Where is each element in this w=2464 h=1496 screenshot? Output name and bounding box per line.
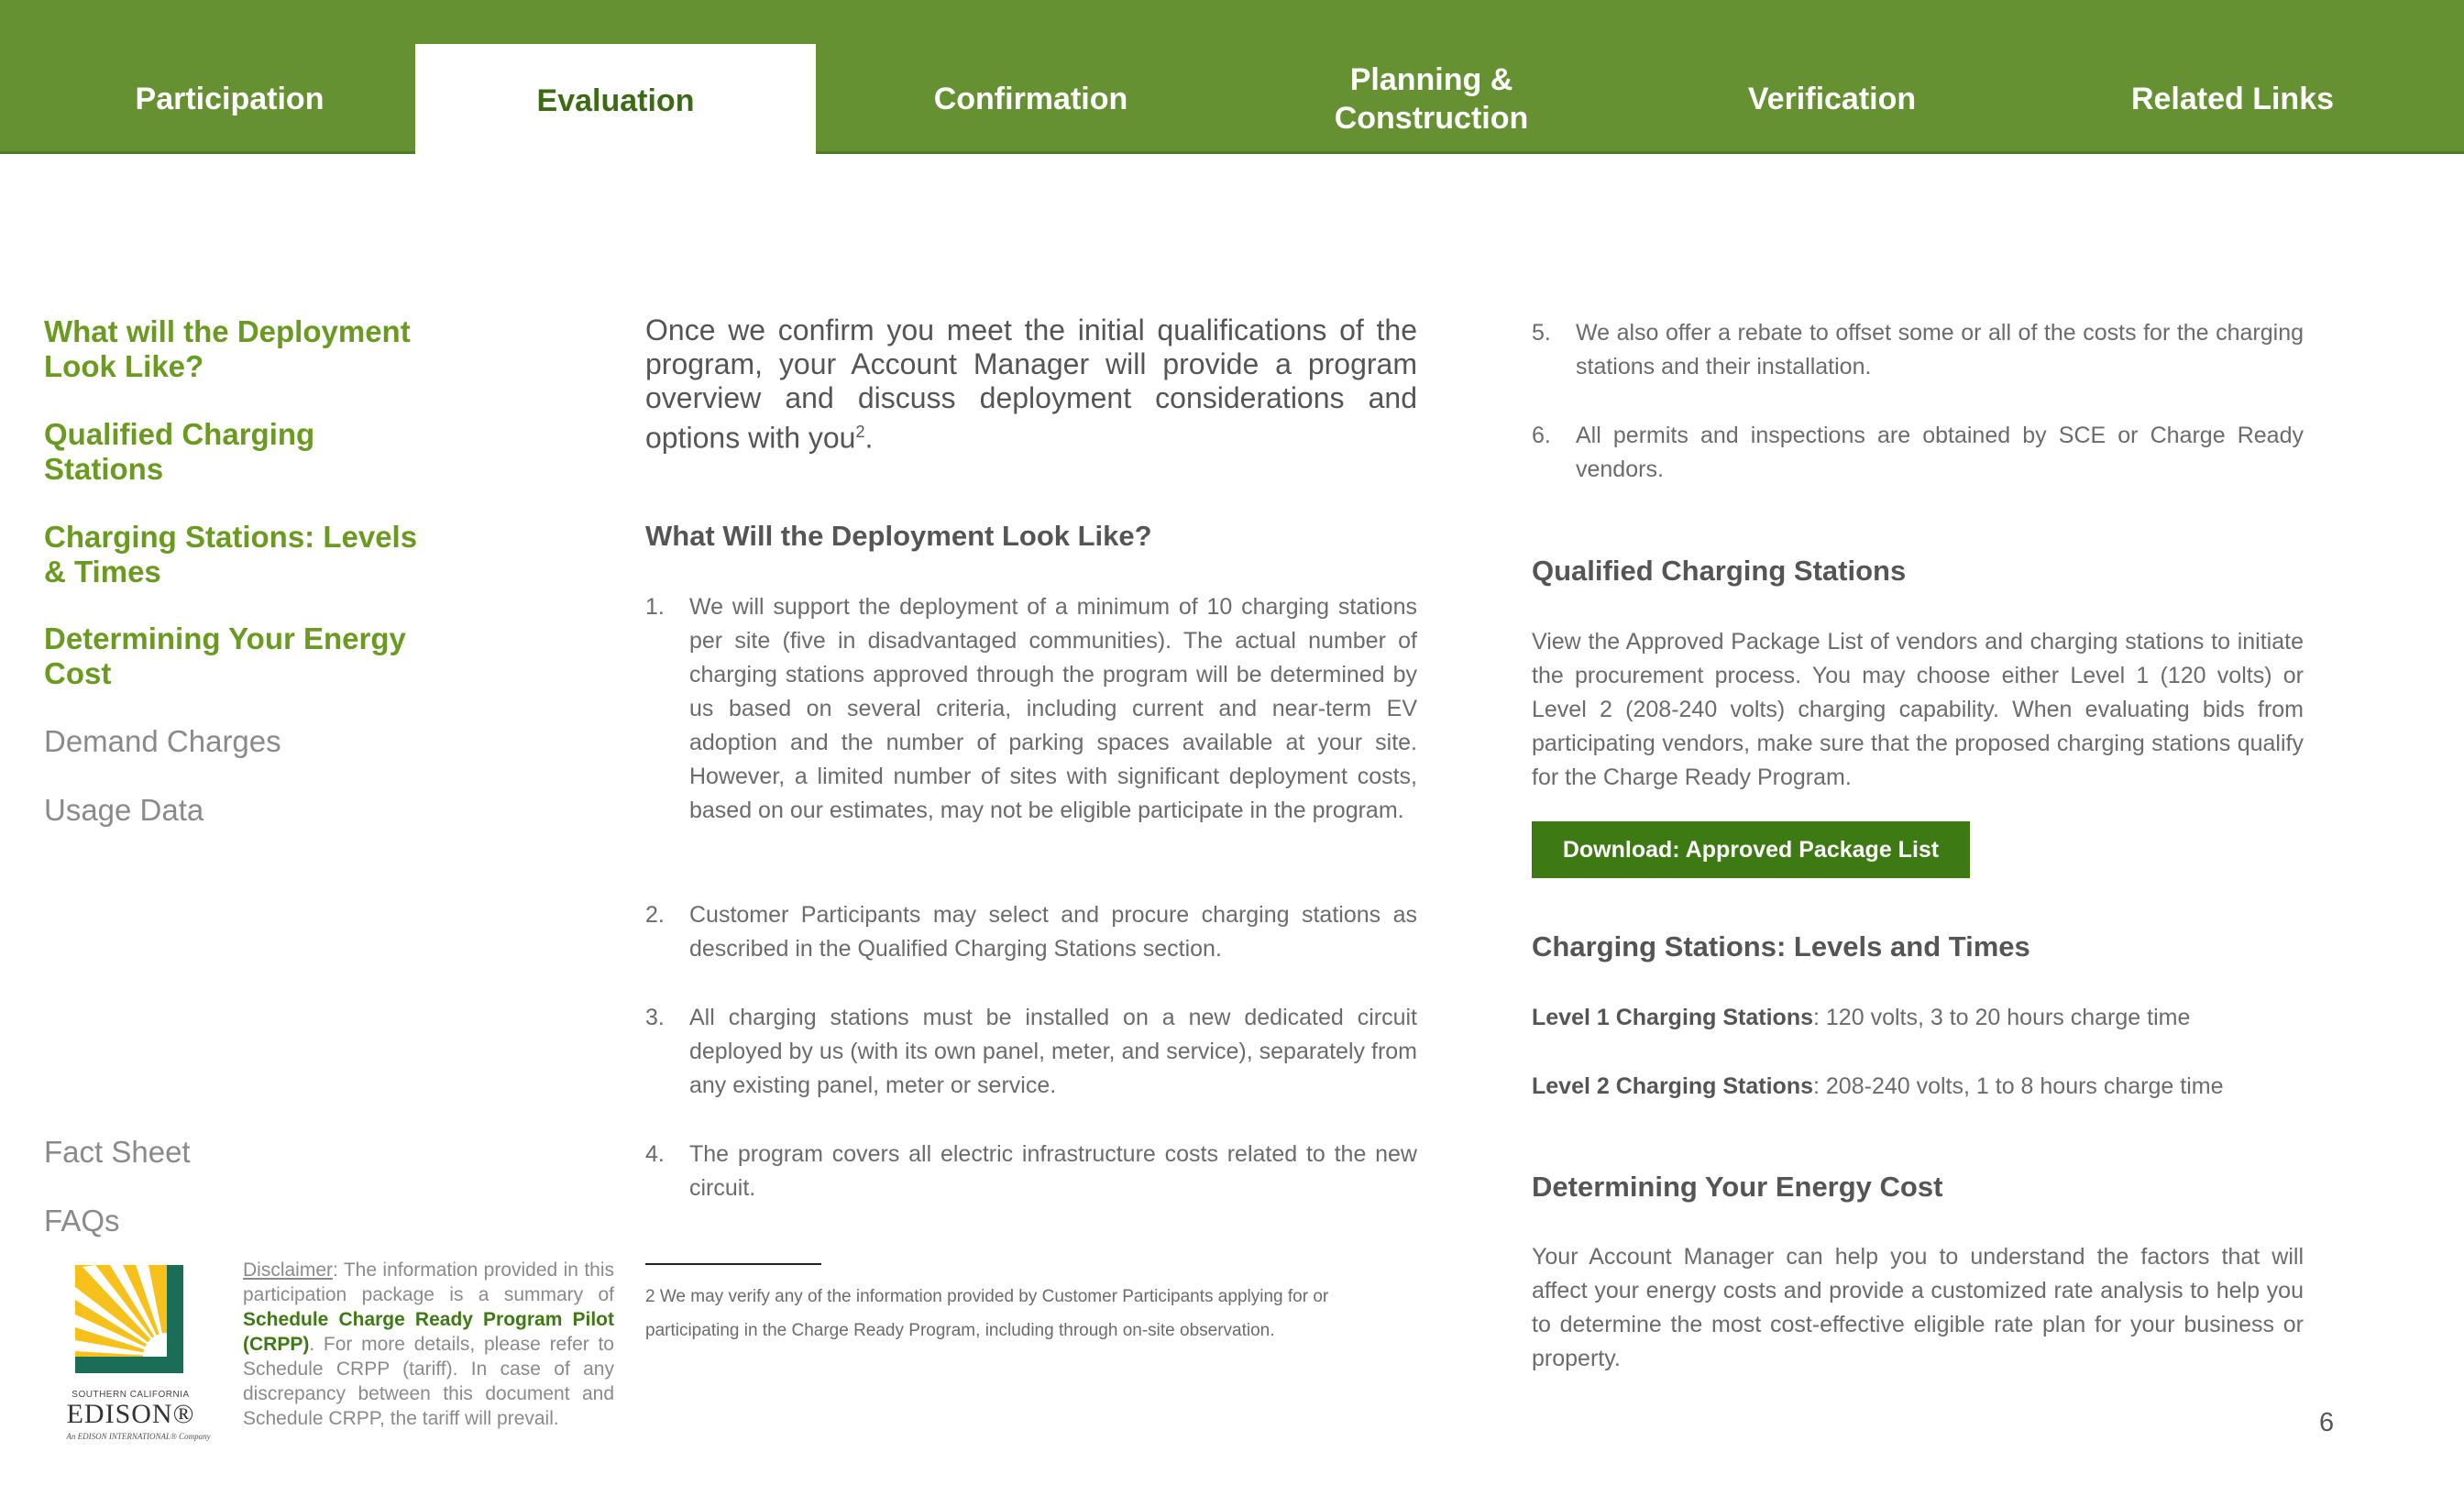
footnote-divider — [645, 1263, 821, 1265]
sidebar-item-label: What will the Deployment — [44, 314, 411, 348]
tab-evaluation[interactable]: Evaluation — [415, 44, 816, 158]
list-text: Customer Participants may select and pro… — [689, 902, 1417, 962]
edison-logo: SOUTHERN CALIFORNIA EDISON® An EDISON IN… — [64, 1261, 220, 1445]
list-item: 1. We will support the deployment of a m… — [645, 590, 1417, 828]
disclaimer-label: Disclaimer — [243, 1260, 334, 1281]
sidebar-item-label: Qualified Charging — [44, 417, 315, 451]
list-item: 2. Customer Participants may select and … — [645, 898, 1417, 966]
tab-related-links[interactable]: Related Links — [2032, 44, 2433, 154]
list-number: 6. — [1532, 423, 1551, 448]
list-number: 3. — [645, 1005, 665, 1030]
level2-text: : 208-240 volts, 1 to 8 hours charge tim… — [1813, 1073, 2224, 1099]
logo-text: EDISON® — [66, 1399, 195, 1429]
disclaimer: Disclaimer: The information provided in … — [243, 1258, 614, 1431]
list-item: 5. We also offer a rebate to offset some… — [1532, 316, 2304, 384]
list-item: 4. The program covers all electric infra… — [645, 1138, 1417, 1205]
tab-label: Related Links — [2130, 82, 2335, 116]
tab-label-line: Planning & — [1349, 62, 1513, 97]
deployment-heading: What Will the Deployment Look Like? — [645, 520, 1152, 552]
list-text: The program covers all electric infrastr… — [689, 1141, 1417, 1201]
qualified-paragraph: View the Approved Package List of vendor… — [1532, 629, 2304, 790]
list-number: 4. — [645, 1141, 665, 1167]
sunburst-icon — [75, 1265, 183, 1373]
energy-heading: Determining Your Energy Cost — [1532, 1171, 1943, 1203]
level2-label: Level 2 Charging Stations — [1532, 1073, 1814, 1099]
list-text: All permits and inspections are obtained… — [1576, 423, 2304, 482]
list-item: 6. All permits and inspections are obtai… — [1532, 419, 2304, 487]
tab-label: Confirmation — [933, 82, 1128, 116]
sidebar-item-demand-charges[interactable]: Demand Charges — [44, 724, 429, 759]
button-label: Download: Approved Package List — [1562, 836, 1940, 863]
level1-line: Level 1 Charging Stations: 120 volts, 3 … — [1532, 1001, 2304, 1035]
footnote-ref: 2 — [855, 423, 865, 441]
sidebar-item-usage-data[interactable]: Usage Data — [44, 793, 429, 828]
sidebar-item-fact-sheet[interactable]: Fact Sheet — [44, 1135, 429, 1170]
list-text: We will support the deployment of a mini… — [689, 594, 1417, 823]
sidebar-item-energy-cost[interactable]: Determining Your Energy Cost — [44, 622, 429, 691]
logo-text: An EDISON INTERNATIONAL® Company — [66, 1432, 211, 1441]
sidebar-item-label: Stations — [44, 452, 164, 486]
tab-label: Evaluation — [536, 83, 695, 118]
sidebar-item-label: Cost — [44, 656, 112, 690]
list-number: 5. — [1532, 320, 1551, 346]
sidebar-item-label: Look Like? — [44, 349, 204, 383]
intro-text: Once we confirm you meet the initial qua… — [645, 314, 1417, 455]
top-nav: Participation Evaluation Confirmation Pl… — [0, 0, 2464, 158]
level1-text: : 120 volts, 3 to 20 hours charge time — [1813, 1005, 2191, 1030]
list-number: 2. — [645, 902, 665, 928]
sidebar-item-label: Charging Stations: Levels — [44, 520, 418, 554]
footnote: 2 We may verify any of the information p… — [645, 1287, 1329, 1340]
list-item: 3. All charging stations must be install… — [645, 1001, 1417, 1103]
energy-paragraph: Your Account Manager can help you to und… — [1532, 1244, 2304, 1371]
tab-planning-construction[interactable]: Planning & Construction — [1231, 44, 1632, 154]
tab-label: Participation — [135, 82, 324, 116]
sidebar-item-label: Determining Your Energy — [44, 622, 406, 655]
levels-heading: Charging Stations: Levels and Times — [1532, 930, 2030, 962]
tab-participation[interactable]: Participation — [29, 44, 430, 154]
sidebar-item-faqs[interactable]: FAQs — [44, 1204, 429, 1238]
tab-label-line: Construction — [1334, 101, 1529, 136]
tab-verification[interactable]: Verification — [1632, 44, 2032, 154]
intro-paragraph: Once we confirm you meet the initial qua… — [645, 314, 1417, 456]
tab-label: Planning & Construction — [1335, 60, 1529, 138]
list-number: 1. — [645, 594, 665, 620]
qualified-heading: Qualified Charging Stations — [1532, 555, 1907, 587]
sidebar-item-label: & Times — [44, 555, 161, 588]
download-package-list-button[interactable]: Download: Approved Package List — [1532, 821, 1970, 878]
sidebar-item-qualified-stations[interactable]: Qualified Charging Stations — [44, 417, 429, 487]
sidebar-item-levels-times[interactable]: Charging Stations: Levels & Times — [44, 520, 429, 589]
level2-line: Level 2 Charging Stations: 208-240 volts… — [1532, 1070, 2304, 1104]
page-number: 6 — [2319, 1408, 2335, 1437]
tab-confirmation[interactable]: Confirmation — [830, 44, 1231, 154]
list-text: We also offer a rebate to offset some or… — [1576, 320, 2304, 380]
tab-label: Verification — [1747, 82, 1917, 116]
list-text: All charging stations must be installed … — [689, 1005, 1417, 1098]
intro-text: . — [864, 421, 874, 455]
sidebar-item-deployment[interactable]: What will the Deployment Look Like? — [44, 314, 429, 384]
level1-label: Level 1 Charging Stations — [1532, 1005, 1814, 1030]
